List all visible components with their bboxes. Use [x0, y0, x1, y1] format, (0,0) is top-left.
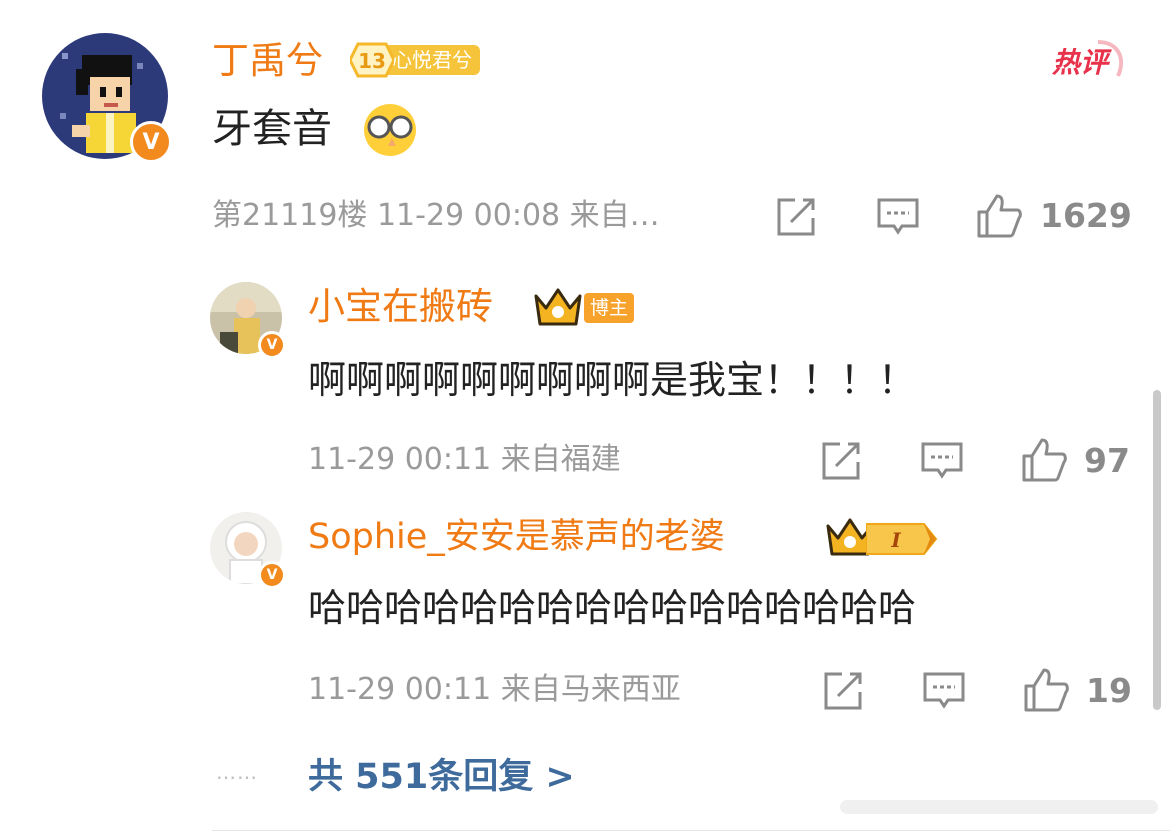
divider: [212, 830, 1170, 831]
reply-meta: 11-29 00:11 来自福建: [308, 442, 621, 477]
like-count: 19: [1086, 671, 1132, 710]
like-icon[interactable]: [1020, 436, 1068, 484]
comment-text: 牙套音: [212, 106, 332, 152]
share-icon[interactable]: [775, 196, 817, 238]
reply-username[interactable]: Sophie_安安是慕声的老婆: [308, 514, 725, 560]
like-icon[interactable]: [1022, 666, 1070, 714]
like-count: 97: [1084, 441, 1130, 480]
like-count: 1629: [1040, 196, 1132, 235]
glasses-emoji-icon: [362, 102, 418, 158]
share-icon[interactable]: [822, 670, 864, 712]
svg-text:13: 13: [358, 49, 386, 73]
reply-username[interactable]: 小宝在搬砖: [308, 284, 493, 330]
fan-level-icon: 13: [348, 42, 396, 78]
more-dots: ……: [216, 760, 258, 784]
reply-text: 哈哈哈哈哈哈哈哈哈哈哈哈哈哈哈哈: [308, 586, 917, 630]
comment-icon[interactable]: [876, 196, 920, 238]
verified-icon: V: [130, 121, 172, 163]
like-icon[interactable]: [975, 192, 1023, 240]
scrollbar[interactable]: [1153, 390, 1161, 710]
blogger-badge: 博主: [584, 293, 635, 323]
fan-badge[interactable]: 13 心悦君兮: [348, 42, 480, 78]
rank-badge: I: [866, 522, 938, 556]
fan-badge-label: 心悦君兮: [388, 45, 480, 75]
svg-text:热评: 热评: [1051, 46, 1112, 79]
comment-meta: 第21119楼 11-29 00:08 来自…: [212, 198, 660, 233]
hot-comment-tag: 热评: [1048, 38, 1128, 82]
reply-meta: 11-29 00:11 来自马来西亚: [308, 672, 681, 707]
comment-username[interactable]: 丁禹兮: [212, 38, 323, 84]
comment-icon[interactable]: [922, 670, 966, 712]
svg-text:I: I: [890, 528, 901, 552]
comment-icon[interactable]: [920, 440, 964, 482]
verified-icon: V: [258, 561, 286, 589]
reply-text: 啊啊啊啊啊啊啊啊啊是我宝！！！！: [308, 358, 917, 402]
view-all-replies-link[interactable]: 共 551条回复 >: [308, 754, 575, 800]
share-icon[interactable]: [820, 440, 862, 482]
crown-icon: [532, 286, 584, 330]
watermark: [840, 796, 1158, 818]
verified-icon: V: [258, 331, 286, 359]
